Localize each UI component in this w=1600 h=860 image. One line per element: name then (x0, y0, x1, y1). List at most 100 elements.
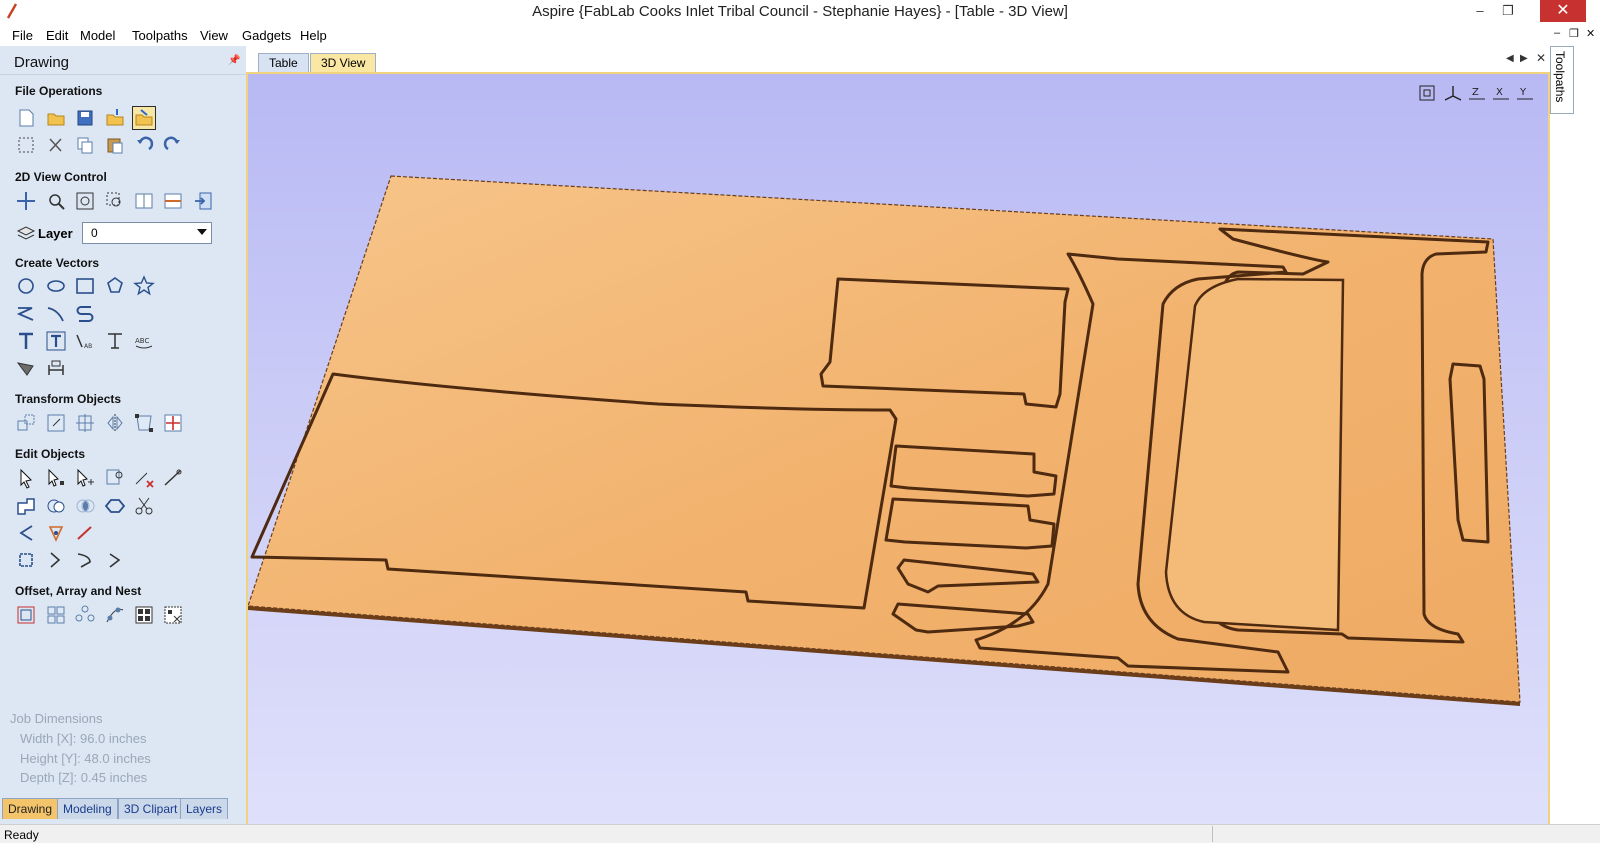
pan-icon[interactable] (15, 190, 37, 212)
rectangle-icon[interactable] (74, 275, 96, 297)
join-vectors-icon[interactable] (104, 495, 126, 517)
tab-drawing[interactable]: Drawing (2, 798, 59, 819)
import-file-icon[interactable] (104, 107, 126, 129)
pin-icon[interactable]: 📌 (228, 55, 240, 66)
minimize-button[interactable]: – (1466, 0, 1494, 22)
new-file-icon[interactable] (15, 107, 37, 129)
3d-viewport[interactable]: Z X Y (246, 72, 1550, 830)
weld-icon[interactable] (15, 495, 37, 517)
toolpaths-side-tab[interactable]: Toolpaths (1550, 46, 1574, 114)
smooth-icon[interactable] (104, 549, 126, 571)
text-icon[interactable] (15, 330, 37, 352)
split-view-icon[interactable] (162, 190, 184, 212)
layer-value: 0 (91, 226, 98, 240)
menu-model[interactable]: Model (80, 28, 115, 43)
star-icon[interactable] (133, 275, 155, 297)
menu-edit[interactable]: Edit (46, 28, 68, 43)
iso-view-icon[interactable] (1442, 84, 1464, 102)
fit-nesting-icon[interactable] (162, 604, 184, 626)
circle-icon[interactable] (15, 275, 37, 297)
mdi-minimize-button[interactable]: – (1554, 27, 1560, 39)
tab-scroll-right-icon[interactable]: ▶ (1520, 53, 1528, 64)
polyline-icon[interactable] (15, 303, 37, 325)
delete-nodes-icon[interactable] (133, 467, 155, 489)
move-icon[interactable] (15, 412, 37, 434)
open-file-icon[interactable] (45, 107, 67, 129)
menu-view[interactable]: View (200, 28, 228, 43)
transform-mode-icon[interactable] (74, 467, 96, 489)
mirror-icon[interactable] (104, 412, 126, 434)
extend-icon[interactable] (74, 549, 96, 571)
node-edit-icon[interactable] (45, 467, 67, 489)
offset-icon[interactable] (15, 604, 37, 626)
tab-3d-view[interactable]: 3D View (310, 53, 377, 72)
y-view-icon[interactable]: Y (1514, 84, 1536, 102)
menu-gadgets[interactable]: Gadgets (242, 28, 291, 43)
intersect-icon[interactable] (74, 495, 96, 517)
fit-view-icon[interactable] (1418, 84, 1436, 102)
menu-help[interactable]: Help (300, 28, 327, 43)
zoom-selection-icon[interactable] (104, 190, 126, 212)
import-vectors-icon[interactable] (132, 106, 156, 130)
auto-layout-text-icon[interactable] (45, 330, 67, 352)
dimension-icon[interactable] (45, 357, 67, 379)
toggle-2d-view-icon[interactable] (133, 190, 155, 212)
mdi-restore-button[interactable]: ❐ (1569, 27, 1579, 40)
scale-icon[interactable] (45, 412, 67, 434)
undo-icon[interactable] (133, 134, 155, 156)
zoom-icon[interactable] (45, 190, 67, 212)
x-view-icon[interactable]: X (1490, 84, 1512, 102)
close-button[interactable]: ✕ (1540, 0, 1586, 22)
close-vectors-icon[interactable] (15, 549, 37, 571)
cut-icon[interactable] (45, 134, 67, 156)
z-view-icon[interactable]: Z (1466, 84, 1488, 102)
tab-layers[interactable]: Layers (180, 798, 229, 819)
subtract-icon[interactable] (45, 495, 67, 517)
paste-icon[interactable] (104, 134, 126, 156)
interactive-trim-icon[interactable] (104, 467, 126, 489)
panel-title: Drawing (14, 54, 70, 71)
polygon-icon[interactable] (104, 275, 126, 297)
redo-icon[interactable] (162, 134, 184, 156)
fillet-icon[interactable] (15, 522, 37, 544)
text-arc-icon[interactable] (104, 330, 126, 352)
select-all-icon[interactable] (15, 134, 37, 156)
document-area: Table 3D View ◀ ▶ ✕ Z X Y (246, 46, 1550, 842)
grid-array-icon[interactable] (45, 604, 67, 626)
svg-text:AB: AB (84, 343, 92, 350)
tab-modeling[interactable]: Modeling (57, 798, 118, 819)
exit-view-icon[interactable] (192, 190, 214, 212)
draw-tool-icon[interactable] (15, 357, 37, 379)
text-on-curve-icon[interactable]: AB (74, 330, 96, 352)
mdi-close-button[interactable]: ✕ (1586, 27, 1595, 40)
curve-icon[interactable] (74, 303, 96, 325)
job-height: Height [Y]: 48.0 inches (20, 751, 151, 766)
menu-toolpaths[interactable]: Toolpaths (132, 28, 188, 43)
copy-icon[interactable] (74, 134, 96, 156)
tab-table[interactable]: Table (258, 53, 309, 72)
tab-3d-clipart[interactable]: 3D Clipart (118, 798, 184, 819)
layer-select[interactable]: 0 (82, 222, 212, 244)
text-spacing-icon[interactable]: ABC (133, 330, 155, 352)
circular-array-icon[interactable] (74, 604, 96, 626)
zoom-extents-icon[interactable] (74, 190, 96, 212)
trim-icon[interactable] (45, 549, 67, 571)
select-pointer-icon[interactable] (15, 467, 37, 489)
arc-icon[interactable] (45, 303, 67, 325)
maximize-button[interactable]: ❐ (1494, 0, 1522, 22)
align-icon[interactable] (74, 412, 96, 434)
menu-file[interactable]: File (12, 28, 33, 43)
scissors-icon[interactable] (133, 495, 155, 517)
set-origin-icon[interactable] (162, 412, 184, 434)
extend-vector-icon[interactable] (74, 522, 96, 544)
nesting-icon[interactable] (133, 604, 155, 626)
chamfer-icon[interactable] (45, 522, 67, 544)
distort-icon[interactable] (133, 412, 155, 434)
svg-text:ABC: ABC (135, 337, 149, 345)
tab-scroll-left-icon[interactable]: ◀ (1506, 53, 1514, 64)
measure-icon[interactable] (162, 467, 184, 489)
ellipse-icon[interactable] (45, 275, 67, 297)
tab-close-icon[interactable]: ✕ (1536, 51, 1546, 65)
copy-along-vectors-icon[interactable] (104, 604, 126, 626)
save-file-icon[interactable] (74, 107, 96, 129)
